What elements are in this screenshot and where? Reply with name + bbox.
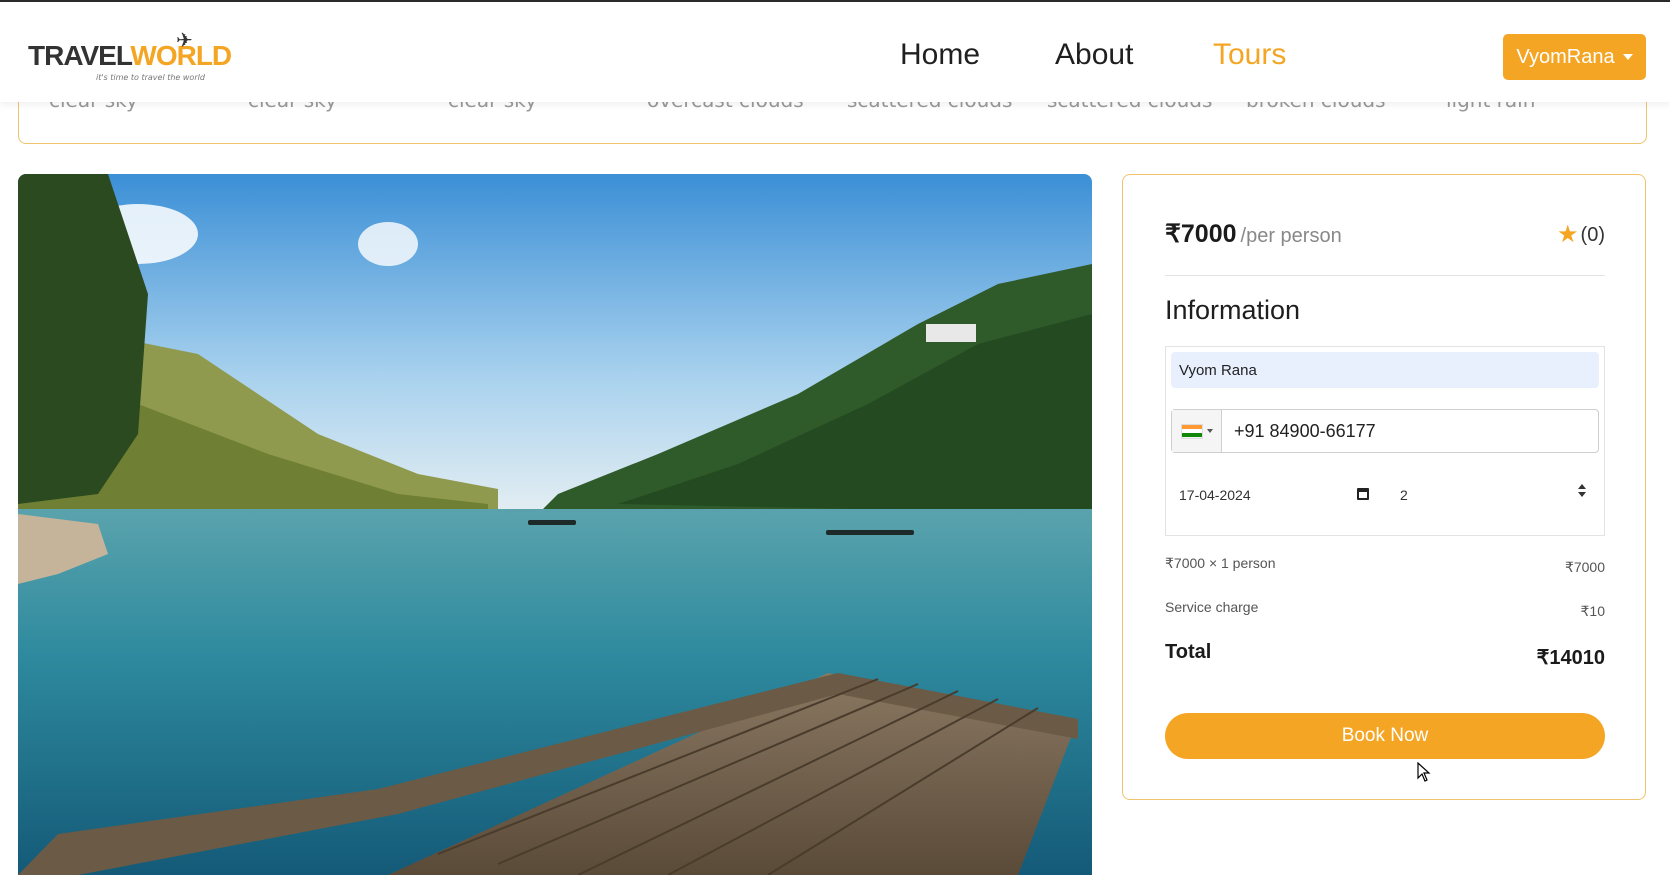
tour-photo (18, 174, 1092, 875)
divider (1165, 275, 1605, 276)
guest-count-input[interactable]: 2 (1388, 477, 1598, 513)
date-input[interactable]: 17-04-2024 (1171, 477, 1381, 513)
service-charge-line: Service charge ₹10 (1165, 599, 1605, 619)
price-line: ₹7000 × 1 person ₹7000 (1165, 555, 1605, 575)
booking-card: ₹7000/per person ★ (0) Information 17-04… (1122, 174, 1646, 800)
nav-about[interactable]: About (1055, 38, 1133, 72)
country-code-selector[interactable] (1172, 410, 1222, 452)
number-spinner[interactable] (1578, 484, 1586, 497)
price-line-label: ₹7000 × 1 person (1165, 555, 1276, 571)
user-menu-button[interactable]: VyomRana (1503, 34, 1646, 80)
booking-form: 17-04-2024 2 (1165, 346, 1605, 536)
lake-landscape-image (18, 174, 1092, 875)
total-label: Total (1165, 641, 1212, 663)
user-name: VyomRana (1516, 45, 1615, 68)
decrement-icon[interactable] (1578, 492, 1586, 497)
airplane-icon: ✈ (176, 28, 193, 52)
caret-down-icon (1622, 54, 1633, 60)
total-line: Total ₹14010 (1165, 641, 1605, 669)
logo-wordmark: TRAVELWORLD (28, 40, 232, 71)
phone-field (1171, 409, 1599, 453)
rating: ★ (0) (1557, 223, 1605, 247)
book-now-button[interactable]: Book Now (1165, 713, 1605, 759)
nav-home[interactable]: Home (900, 38, 980, 72)
site-header: TRAVELWORLD it's time to travel the worl… (0, 2, 1670, 102)
calendar-icon[interactable] (1357, 488, 1369, 500)
service-charge-label: Service charge (1165, 599, 1259, 615)
information-heading: Information (1165, 295, 1301, 325)
total-amount: ₹14010 (1536, 647, 1605, 669)
nav-tours[interactable]: Tours (1213, 38, 1286, 72)
star-icon: ★ (1557, 221, 1579, 248)
full-name-input[interactable] (1171, 352, 1599, 388)
rating-count: (0) (1580, 223, 1605, 246)
service-charge-amount: ₹10 (1580, 603, 1605, 619)
india-flag-icon (1180, 423, 1203, 439)
price-amount: ₹7000 (1165, 220, 1237, 248)
mouse-cursor-icon (1417, 762, 1431, 782)
price-line-amount: ₹7000 (1564, 559, 1605, 575)
phone-input[interactable] (1222, 410, 1598, 452)
increment-icon[interactable] (1578, 484, 1586, 489)
travelworld-logo[interactable]: TRAVELWORLD it's time to travel the worl… (26, 28, 232, 86)
caret-down-icon (1206, 429, 1213, 433)
per-person-label: /per person (1240, 225, 1342, 247)
logo-tagline: it's time to travel the world (96, 73, 205, 82)
price-per-person: ₹7000/per person (1165, 219, 1342, 249)
